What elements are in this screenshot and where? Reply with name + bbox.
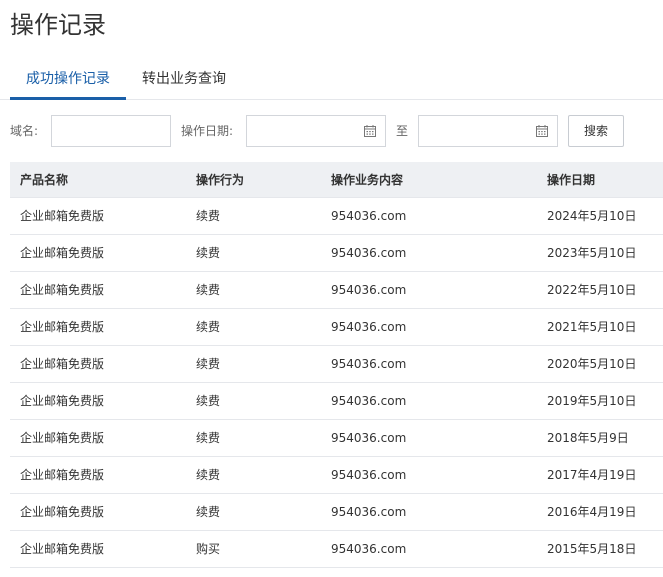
- cell-date: 2023年5月10日: [547, 246, 637, 260]
- table-body: 企业邮箱免费版 续费 954036.com 2024年5月10日 企业邮箱免费版 续费 95…: [10, 198, 663, 568]
- filter-bar: 域名: 操作日期: 至 搜索: [0, 115, 663, 147]
- table-row: 企业邮箱免费版 购买 954036.com 2015年5月18日: [10, 531, 663, 568]
- cell-action: 续费: [196, 357, 221, 371]
- cell-date: 2018年5月9日: [547, 431, 629, 445]
- cell-action: 续费: [196, 320, 221, 334]
- table-row: 企业邮箱免费版 续费 954036.com 2019年5月10日: [10, 383, 663, 420]
- cell-product: 企业邮箱免费版: [20, 209, 105, 223]
- records-table: 产品名称 操作行为 操作业务内容 操作日期 企业邮箱免费版 续费 954036.co…: [10, 162, 663, 568]
- page-title: 操作记录: [10, 11, 106, 39]
- date-label: 操作日期:: [181, 124, 234, 138]
- domain-label: 域名:: [10, 124, 39, 138]
- column-header-product: 产品名称: [20, 173, 69, 187]
- cell-date: 2020年5月10日: [547, 357, 637, 371]
- to-label: 至: [396, 124, 409, 138]
- cell-action: 续费: [196, 209, 221, 223]
- cell-content: 954036.com: [331, 320, 407, 334]
- cell-action: 续费: [196, 431, 221, 445]
- cell-product: 企业邮箱免费版: [20, 357, 105, 371]
- cell-product: 企业邮箱免费版: [20, 394, 105, 408]
- table-row: 企业邮箱免费版 续费 954036.com 2022年5月10日: [10, 272, 663, 309]
- domain-field-wrap: [51, 115, 171, 147]
- cell-content: 954036.com: [331, 357, 407, 371]
- cell-product: 企业邮箱免费版: [20, 283, 105, 297]
- cell-action: 续费: [196, 246, 221, 260]
- tab-transfer-query[interactable]: 转出业务查询: [142, 64, 226, 100]
- cell-product: 企业邮箱免费版: [20, 246, 105, 260]
- column-header-date: 操作日期: [547, 173, 596, 187]
- cell-action: 续费: [196, 468, 221, 482]
- table-row: 企业邮箱免费版 续费 954036.com 2016年4月19日: [10, 494, 663, 531]
- column-header-content: 操作业务内容: [331, 173, 404, 187]
- table-row: 企业邮箱免费版 续费 954036.com 2023年5月10日: [10, 235, 663, 272]
- cell-product: 企业邮箱免费版: [20, 431, 105, 445]
- cell-date: 2016年4月19日: [547, 505, 637, 519]
- cell-content: 954036.com: [331, 468, 407, 482]
- cell-date: 2022年5月10日: [547, 283, 637, 297]
- table-row: 企业邮箱免费版 续费 954036.com 2017年4月19日: [10, 457, 663, 494]
- cell-date: 2017年4月19日: [547, 468, 637, 482]
- cell-action: 续费: [196, 505, 221, 519]
- cell-content: 954036.com: [331, 394, 407, 408]
- column-header-action: 操作行为: [196, 173, 245, 187]
- date-to-field-wrap: [418, 115, 558, 147]
- table-row: 企业邮箱免费版 续费 954036.com 2018年5月9日: [10, 420, 663, 457]
- cell-date: 2015年5月18日: [547, 542, 637, 556]
- cell-content: 954036.com: [331, 246, 407, 260]
- calendar-icon[interactable]: [364, 125, 376, 137]
- domain-input[interactable]: [52, 116, 170, 146]
- search-button[interactable]: 搜索: [568, 115, 624, 147]
- table-row: 企业邮箱免费版 续费 954036.com 2020年5月10日: [10, 346, 663, 383]
- table-row: 企业邮箱免费版 续费 954036.com 2024年5月10日: [10, 198, 663, 235]
- cell-product: 企业邮箱免费版: [20, 320, 105, 334]
- cell-content: 954036.com: [331, 505, 407, 519]
- cell-content: 954036.com: [331, 431, 407, 445]
- table-header: 产品名称 操作行为 操作业务内容 操作日期: [10, 162, 663, 198]
- cell-action: 购买: [196, 542, 221, 556]
- cell-product: 企业邮箱免费版: [20, 468, 105, 482]
- cell-content: 954036.com: [331, 542, 407, 556]
- cell-action: 续费: [196, 283, 221, 297]
- tab-bar: 成功操作记录 转出业务查询: [0, 64, 663, 100]
- cell-product: 企业邮箱免费版: [20, 505, 105, 519]
- date-from-field-wrap: [246, 115, 386, 147]
- cell-content: 954036.com: [331, 209, 407, 223]
- cell-product: 企业邮箱免费版: [20, 542, 105, 556]
- cell-date: 2021年5月10日: [547, 320, 637, 334]
- cell-date: 2019年5月10日: [547, 394, 637, 408]
- cell-content: 954036.com: [331, 283, 407, 297]
- cell-action: 续费: [196, 394, 221, 408]
- tab-success-records[interactable]: 成功操作记录: [10, 64, 126, 100]
- cell-date: 2024年5月10日: [547, 209, 637, 223]
- table-row: 企业邮箱免费版 续费 954036.com 2021年5月10日: [10, 309, 663, 346]
- calendar-icon[interactable]: [536, 125, 548, 137]
